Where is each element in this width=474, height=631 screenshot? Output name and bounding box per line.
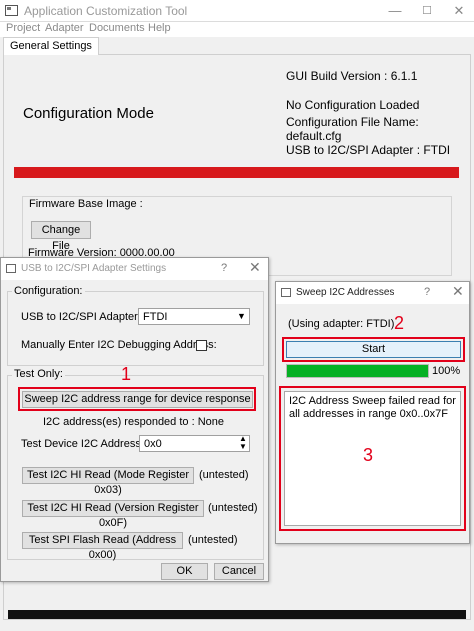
menu-documents[interactable]: Documents xyxy=(89,22,145,34)
minimize-button[interactable]: — xyxy=(380,0,410,22)
tab-general-settings[interactable]: General Settings xyxy=(3,37,99,55)
firmware-group-title: Firmware Base Image : xyxy=(27,198,145,210)
responded-status: I2C address(es) responded to : None xyxy=(43,416,224,428)
callout-1: 1 xyxy=(121,364,132,384)
change-file-button[interactable]: Change File xyxy=(31,221,91,252)
close-button[interactable]: ✕ xyxy=(444,0,474,22)
status-bar xyxy=(14,167,459,178)
test-group-title: Test Only: xyxy=(12,368,65,380)
sweep-button[interactable]: Sweep I2C address range for device respo… xyxy=(22,391,253,408)
test-address-label: Test Device I2C Address: xyxy=(21,438,144,450)
gui-build-version: GUI Build Version : 6.1.1 xyxy=(286,69,418,83)
test-spi-flash-status: (untested) xyxy=(188,534,238,546)
adapter-label: USB to I2C/SPI Adapter: xyxy=(21,311,141,323)
test-address-spinbox[interactable]: 0x0 ▲ ▼ xyxy=(139,435,250,452)
dialog-titlebar: USB to I2C/SPI Adapter Settings ? ✕ xyxy=(1,258,268,280)
configuration-group xyxy=(7,291,264,366)
close-icon[interactable]: ✕ xyxy=(249,259,261,276)
cancel-button[interactable]: Cancel xyxy=(214,563,264,580)
callout-3: 3 xyxy=(363,445,374,465)
start-button[interactable]: Start xyxy=(286,341,461,358)
spin-arrows-icon[interactable]: ▲ ▼ xyxy=(239,435,247,451)
dialog-title: USB to I2C/SPI Adapter Settings xyxy=(21,263,167,274)
config-status: No Configuration Loaded xyxy=(286,98,420,112)
manual-address-label: Manually Enter I2C Debugging Address: xyxy=(21,339,217,351)
menu-project[interactable]: Project xyxy=(6,22,40,34)
progress-bar xyxy=(286,364,429,378)
close-icon[interactable]: ✕ xyxy=(452,283,464,300)
test-version-register-status: (untested) xyxy=(208,502,258,514)
config-file-name: Configuration File Name: default.cfg xyxy=(286,115,419,143)
test-spi-flash-button[interactable]: Test SPI Flash Read (Address 0x00) xyxy=(22,532,183,561)
bottom-bar xyxy=(8,610,466,619)
adapter-select[interactable]: FTDI ▼ xyxy=(138,308,250,325)
configuration-group-title: Configuration: xyxy=(12,285,85,297)
adapter-info: USB to I2C/SPI Adapter : FTDI xyxy=(286,143,451,157)
configuration-mode-label: Configuration Mode xyxy=(23,105,154,122)
help-icon[interactable]: ? xyxy=(424,286,430,298)
sweep-dialog: Sweep I2C Addresses ? ✕ (Using adapter: … xyxy=(275,281,470,544)
result-text: I2C Address Sweep failed read for all ad… xyxy=(289,395,456,420)
callout-2: 2 xyxy=(394,313,405,333)
menu-bar: Project Adapter Documents Help xyxy=(0,22,474,37)
progress-fill xyxy=(287,365,428,377)
test-mode-register-status: (untested) xyxy=(199,469,249,481)
dialog-icon xyxy=(281,288,291,297)
adapter-select-value: FTDI xyxy=(143,311,168,323)
progress-text: 100% xyxy=(432,365,461,377)
menu-adapter[interactable]: Adapter xyxy=(45,22,84,34)
using-adapter-label: (Using adapter: FTDI) xyxy=(288,318,395,330)
test-version-register-button[interactable]: Test I2C HI Read (Version Register 0x0F) xyxy=(22,500,204,529)
manual-address-checkbox[interactable] xyxy=(196,340,207,351)
dialog-icon xyxy=(6,264,16,273)
window-title: Application Customization Tool xyxy=(24,4,188,18)
menu-help[interactable]: Help xyxy=(148,22,171,34)
chevron-down-icon: ▼ xyxy=(237,311,246,321)
app-icon xyxy=(5,5,18,16)
adapter-settings-dialog: USB to I2C/SPI Adapter Settings ? ✕ Conf… xyxy=(0,257,269,582)
maximize-button[interactable]: ☐ xyxy=(412,0,442,22)
dialog-title: Sweep I2C Addresses xyxy=(296,287,395,298)
ok-button[interactable]: OK xyxy=(161,563,208,580)
help-icon[interactable]: ? xyxy=(221,262,227,274)
dialog-titlebar: Sweep I2C Addresses ? ✕ xyxy=(276,282,469,304)
test-address-value: 0x0 xyxy=(144,438,162,450)
test-mode-register-button[interactable]: Test I2C HI Read (Mode Register 0x03) xyxy=(22,467,194,496)
main-titlebar: Application Customization Tool — ☐ ✕ xyxy=(0,0,474,22)
